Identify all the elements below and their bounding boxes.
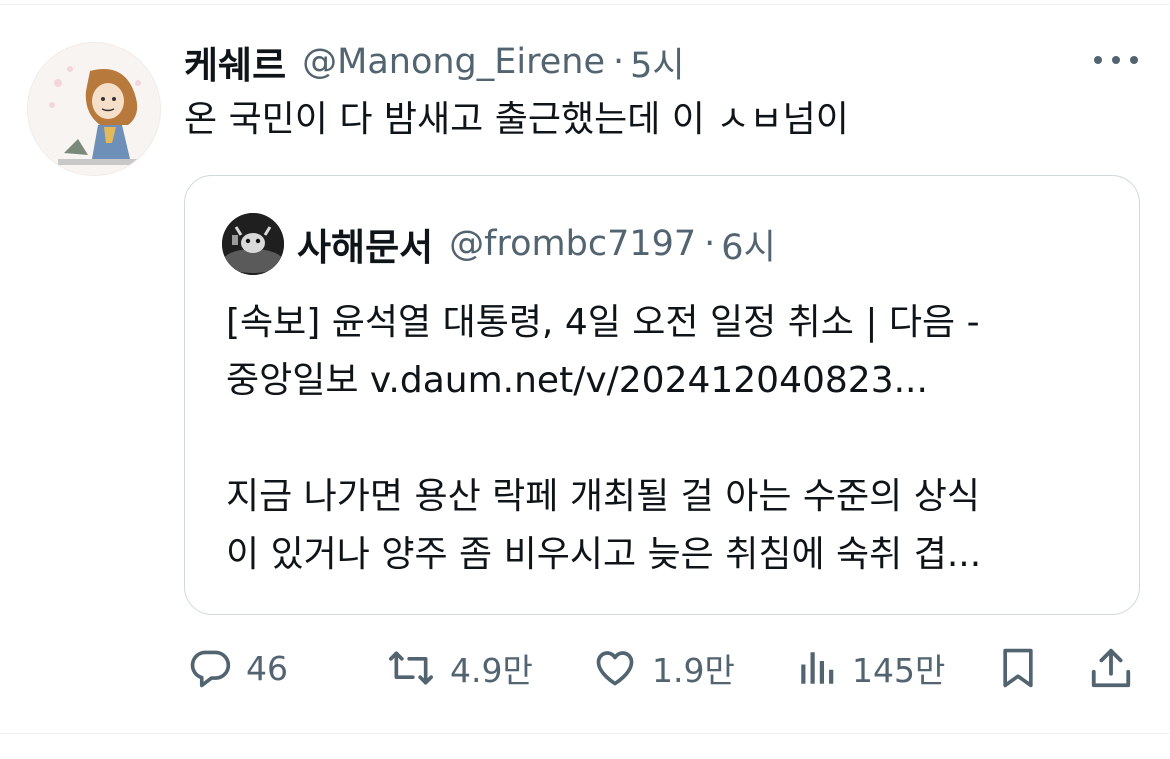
- views-chart-icon: [796, 646, 838, 690]
- quoted-author-handle[interactable]: @frombc7197: [449, 224, 696, 264]
- bookmark-button[interactable]: [996, 640, 1040, 696]
- tweet-action-bar: 46 4.9만 1.9만 145만: [184, 640, 1144, 696]
- bookmark-icon: [996, 644, 1040, 692]
- quoted-text-line: [속보] 윤석열 대통령, 4일 오전 일정 취소 | 다음 -: [226, 302, 980, 343]
- quoted-text-line: 지금 나가면 용산 락페 개최될 걸 아는 수준의 상식: [226, 476, 980, 517]
- quoted-text-line: 중앙일보 v.daum.net/v/202412040823...: [226, 360, 928, 401]
- quoted-tweet-text: [속보] 윤석열 대통령, 4일 오전 일정 취소 | 다음 - 중앙일보 v.…: [226, 294, 1106, 584]
- quoted-text-blank-line: [226, 410, 1106, 468]
- like-button[interactable]: 1.9만: [592, 640, 735, 696]
- retweet-icon: [386, 646, 436, 690]
- author-display-name[interactable]: 케쉐르: [184, 35, 286, 89]
- quoted-author-avatar[interactable]: [222, 213, 284, 275]
- author-handle[interactable]: @Manong_Eirene: [302, 42, 605, 82]
- heart-icon: [592, 646, 638, 690]
- quoted-tweet-card[interactable]: 사해문서 @frombc7197 · 6시 [속보] 윤석열 대통령, 4일 오…: [184, 175, 1140, 615]
- reply-button[interactable]: 46: [188, 640, 288, 696]
- reply-icon: [188, 646, 232, 690]
- bottom-divider: [0, 733, 1170, 734]
- quoted-tweet-header: 사해문서 @frombc7197 · 6시: [297, 218, 776, 270]
- quoted-text-line: 이 있거나 양주 좀 비우시고 늦은 취침에 숙취 겹...: [226, 534, 982, 575]
- retweet-button[interactable]: 4.9만: [386, 640, 533, 696]
- quoted-author-display-name[interactable]: 사해문서: [297, 217, 433, 271]
- separator-dot: ·: [612, 42, 625, 82]
- views-count: 145만: [852, 651, 946, 690]
- quoted-tweet-timestamp[interactable]: 6시: [721, 219, 775, 270]
- tweet-text: 온 국민이 다 밤새고 출근했는데 이 ㅅㅂ넘이: [184, 99, 849, 140]
- retweet-count: 4.9만: [450, 651, 533, 690]
- tweet-header: 케쉐르 @Manong_Eirene · 5시: [184, 35, 685, 89]
- author-avatar[interactable]: [27, 42, 161, 176]
- like-count: 1.9만: [652, 651, 735, 690]
- top-divider: [0, 4, 1170, 5]
- more-horizontal-icon[interactable]: [1094, 48, 1138, 72]
- separator-dot: ·: [704, 224, 716, 264]
- share-icon: [1088, 644, 1134, 692]
- views-button[interactable]: 145만: [796, 640, 945, 696]
- tweet-timestamp[interactable]: 5시: [630, 37, 684, 88]
- share-button[interactable]: [1088, 640, 1134, 696]
- reply-count: 46: [246, 648, 288, 688]
